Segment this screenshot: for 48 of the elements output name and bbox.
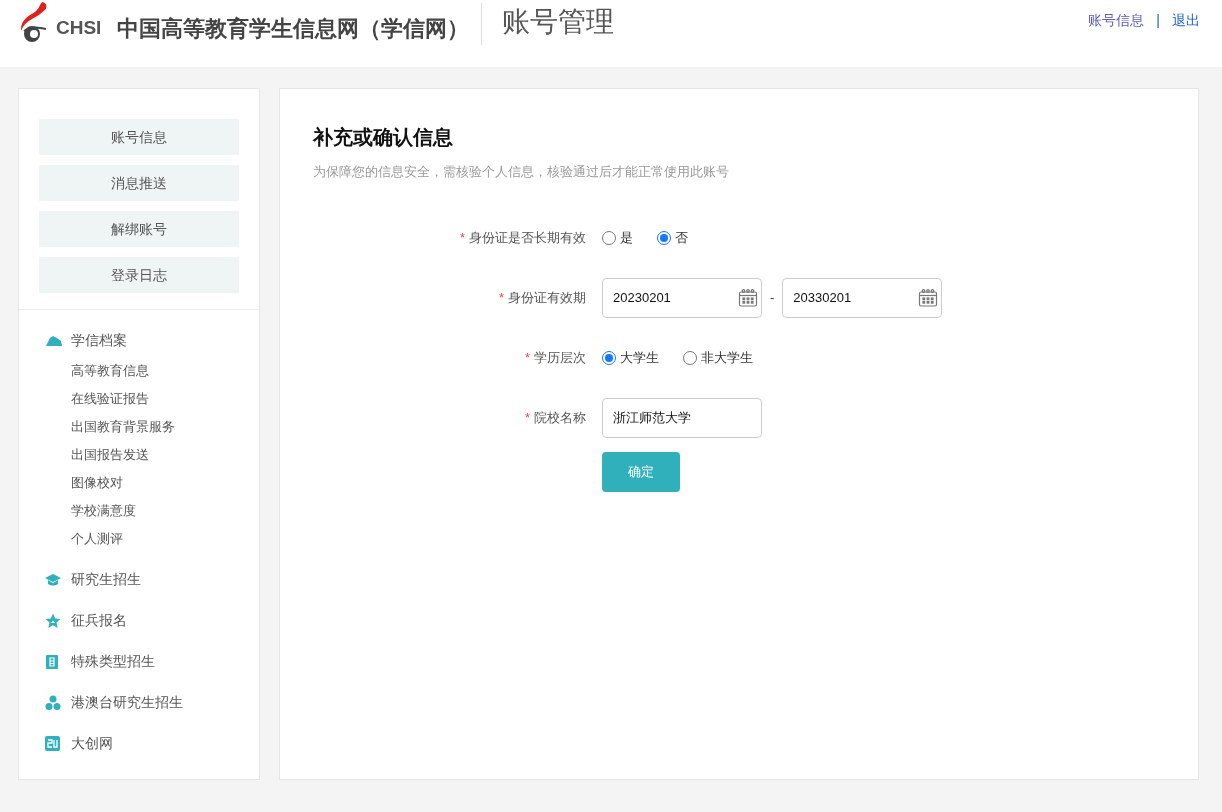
radio-option[interactable]: 非大学生 [683, 347, 753, 368]
field-label: 学历层次 [534, 348, 586, 367]
sidebar-link[interactable]: 图像校对 [71, 474, 259, 493]
square-logo-icon [45, 736, 60, 751]
logout-link[interactable]: 退出 [1172, 10, 1200, 31]
field-label: 身份证有效期 [508, 288, 586, 307]
sidebar-button[interactable]: 消息推送 [39, 165, 239, 201]
sidebar-button[interactable]: 解绑账号 [39, 211, 239, 247]
link-separator: | [1156, 11, 1160, 30]
start-date-field[interactable]: 20230201 [602, 277, 762, 318]
sidebar-button[interactable]: 登录日志 [39, 257, 239, 293]
sidebar-section[interactable]: 大创网 [71, 733, 113, 754]
sidebar-section[interactable]: 研究生招生 [71, 569, 141, 590]
page-title: 账号管理 [502, 5, 615, 39]
sidebar-link[interactable]: 高等教育信息 [71, 362, 259, 381]
sidebar-section[interactable]: 征兵报名 [71, 610, 127, 631]
radio-option[interactable]: 大学生 [602, 347, 659, 368]
input-field[interactable]: 浙江师范大学 [602, 397, 762, 438]
field-label: 身份证是否长期有效 [469, 228, 586, 247]
graduation-cap-icon [45, 572, 61, 587]
sidebar-link[interactable]: 出国教育背景服务 [71, 418, 259, 437]
star-icon [45, 612, 61, 629]
date-separator: - [770, 288, 775, 307]
required-mark: * [498, 288, 504, 307]
required-mark: * [459, 228, 465, 247]
logo-text: CHSI [56, 15, 102, 40]
required-mark: * [524, 348, 530, 367]
field-label: 院校名称 [534, 408, 586, 427]
radio-option[interactable]: 否 [657, 227, 688, 248]
sidebar-link[interactable]: 出国报告发送 [71, 446, 259, 465]
form-title: 补充或确认信息 [313, 125, 454, 150]
form-subtitle: 为保障您的信息安全，需核验个人信息，核验通过后才能正常使用此账号 [313, 163, 730, 181]
sidebar-section[interactable]: 港澳台研究生招生 [71, 692, 183, 713]
sidebar-section[interactable]: 特殊类型招生 [71, 651, 155, 672]
calendar-icon[interactable] [918, 287, 939, 308]
required-mark: * [524, 408, 530, 427]
document-icon [45, 653, 59, 670]
sidebar-button[interactable]: 账号信息 [39, 119, 239, 155]
sidebar-link[interactable]: 学校满意度 [71, 502, 259, 521]
sidebar-link[interactable]: 在线验证报告 [71, 390, 259, 409]
radio-option[interactable]: 是 [602, 227, 633, 248]
sidebar-section[interactable]: 学信档案 [71, 330, 127, 351]
sidebar-link[interactable]: 个人测评 [71, 530, 259, 549]
petals-icon [45, 694, 61, 711]
end-date-field[interactable]: 20330201 [782, 277, 943, 318]
account-info-link[interactable]: 账号信息 [1088, 10, 1145, 31]
calendar-icon[interactable] [738, 287, 758, 308]
site-name: 中国高等教育学生信息网（学信网） [117, 14, 470, 43]
